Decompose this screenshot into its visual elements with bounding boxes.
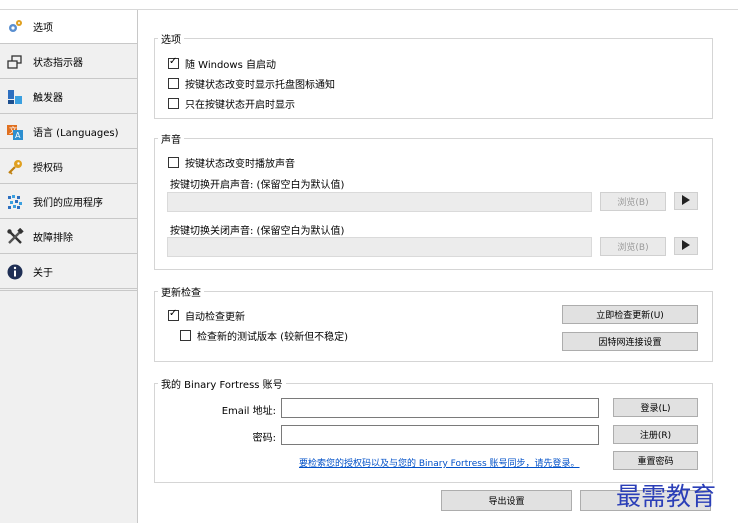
window-title-bar [0, 0, 738, 10]
apps-icon [6, 193, 24, 211]
sidebar-item-status-indicator[interactable]: 状态指示器 [0, 45, 137, 79]
sound-on-path-field[interactable] [167, 192, 592, 212]
checkbox-label: 只在按键状态开启时显示 [185, 100, 295, 111]
checkbox-label: 按键状态改变时显示托盘图标通知 [185, 80, 335, 91]
export-settings-button[interactable]: 导出设置 [441, 490, 572, 511]
sidebar-item-license-key[interactable]: 授权码 [0, 150, 137, 184]
password-field[interactable] [281, 425, 599, 445]
sidebar: 选项 状态指示器 触发器 文A 语言 (Languages) 授权码 我们的应用… [0, 10, 137, 290]
sidebar-item-label: 关于 [33, 268, 53, 279]
sound-off-label: 按键切换关闭声音: (保留空白为默认值) [170, 226, 345, 237]
check-now-button[interactable]: 立即检查更新(U) [562, 305, 698, 324]
register-button[interactable]: 注册(R) [613, 425, 698, 444]
start-with-windows-checkbox[interactable]: 随 Windows 自启动 [168, 56, 276, 71]
sidebar-item-troubleshooting[interactable]: 故障排除 [0, 220, 137, 254]
tools-icon [6, 227, 24, 246]
options-group-title: 选项 [158, 31, 184, 46]
play-sound-checkbox[interactable]: 按键状态改变时播放声音 [168, 155, 295, 170]
update-check-group [154, 291, 713, 362]
windows-icon [6, 53, 24, 71]
play-icon [681, 194, 691, 208]
info-icon [6, 263, 24, 281]
sidebar-divider [0, 290, 137, 291]
sidebar-item-label: 语言 (Languages) [33, 128, 119, 139]
checkbox-label: 自动检查更新 [185, 312, 245, 323]
sidebar-item-our-apps[interactable]: 我们的应用程序 [0, 185, 137, 219]
internet-settings-button[interactable]: 因特网连接设置 [562, 332, 698, 351]
account-group-title: 我的 Binary Fortress 账号 [158, 376, 286, 391]
checkbox-label: 按键状态改变时播放声音 [185, 159, 295, 170]
checkbox-box[interactable] [168, 98, 179, 109]
checkbox-box[interactable] [168, 56, 179, 69]
svg-text:A: A [15, 131, 21, 140]
checkbox-box[interactable] [168, 308, 179, 321]
browse-off-button[interactable]: 浏览(B) [600, 237, 666, 256]
tray-notification-checkbox[interactable]: 按键状态改变时显示托盘图标通知 [168, 76, 335, 91]
sidebar-item-languages[interactable]: 文A 语言 (Languages) [0, 115, 137, 149]
password-label: 密码: [252, 433, 276, 444]
sidebar-item-options[interactable]: 选项 [0, 10, 137, 44]
key-icon [6, 158, 24, 176]
sidebar-item-label: 状态指示器 [33, 58, 83, 69]
gear-icon [6, 18, 24, 36]
sidebar-item-label: 我们的应用程序 [33, 198, 103, 209]
sidebar-item-label: 故障排除 [33, 233, 73, 244]
sound-off-path-field[interactable] [167, 237, 592, 257]
sidebar-item-label: 触发器 [33, 93, 63, 104]
play-off-button[interactable] [674, 237, 698, 255]
beta-check-checkbox[interactable]: 检查新的测试版本 (较新但不稳定) [180, 328, 348, 343]
reset-password-button[interactable]: 重置密码 [613, 451, 698, 470]
language-icon: 文A [6, 123, 24, 141]
email-field[interactable] [281, 398, 599, 418]
checkbox-box[interactable] [168, 78, 179, 89]
sidebar-item-about[interactable]: 关于 [0, 255, 137, 289]
auto-check-updates-checkbox[interactable]: 自动检查更新 [168, 308, 245, 323]
sidebar-item-label: 选项 [33, 23, 53, 34]
update-check-group-title: 更新检查 [158, 284, 204, 299]
sound-on-label: 按键切换开启声音: (保留空白为默认值) [170, 180, 345, 191]
show-only-on-checkbox[interactable]: 只在按键状态开启时显示 [168, 96, 295, 111]
login-button[interactable]: 登录(L) [613, 398, 698, 417]
checkbox-label: 随 Windows 自启动 [185, 60, 276, 71]
sync-account-link[interactable]: 要检索您的授权码以及与您的 Binary Fortress 账号同步，请先登录。 [299, 456, 580, 469]
checkbox-box[interactable] [180, 330, 191, 341]
checkbox-label: 检查新的测试版本 (较新但不稳定) [197, 332, 348, 343]
browse-on-button[interactable]: 浏览(B) [600, 192, 666, 211]
email-label: Email 地址: [221, 406, 276, 417]
play-icon [681, 239, 691, 253]
sound-group-title: 声音 [158, 131, 184, 146]
play-on-button[interactable] [674, 192, 698, 210]
checkbox-box[interactable] [168, 157, 179, 168]
sidebar-item-triggers[interactable]: 触发器 [0, 80, 137, 114]
sidebar-item-label: 授权码 [33, 163, 63, 174]
watermark-logo: 最需教育 [616, 482, 717, 511]
trigger-icon [6, 88, 24, 106]
